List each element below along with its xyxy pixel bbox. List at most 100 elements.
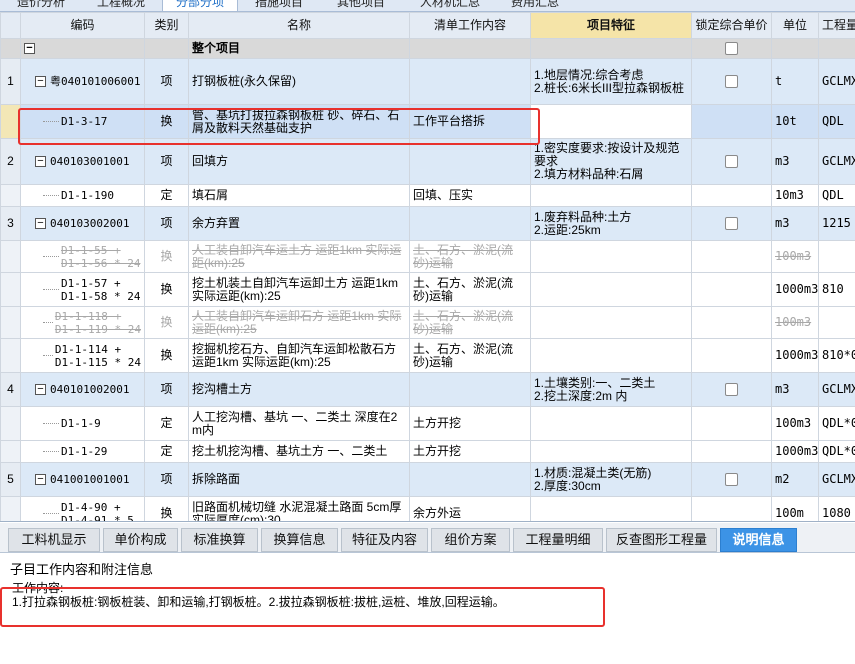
cell-work-content: 土、石方、淤泥(流砂)运输 (409, 272, 531, 307)
cell-unit: 100m3 (771, 406, 819, 441)
cell-name: 整个项目 (188, 38, 410, 59)
cell-work-content: 回填、压实 (409, 184, 531, 207)
tab-sub-items[interactable]: 分部分项 (162, 0, 238, 11)
cell-unit: 1000m3 (771, 272, 819, 307)
collapse-toggle-icon[interactable]: − (35, 474, 46, 485)
cell-code: 040101002001 (50, 383, 130, 396)
tab-pricing-scheme[interactable]: 组价方案 (431, 528, 510, 552)
row-number: 3 (0, 206, 21, 241)
cell-feature[interactable]: 1.密实度要求:按设计及规范要求 2.填方材料品种:石屑 (530, 138, 692, 185)
cell-type: 项 (144, 138, 189, 185)
tab-project-overview[interactable]: 工程概况 (86, 0, 156, 11)
table-row[interactable]: D1-1-190 定 填石屑 回填、压实 10m3 QDL (0, 184, 855, 207)
cell-unit: 100m3 (775, 315, 812, 329)
cell-name: 余方弃置 (188, 206, 410, 241)
table-row[interactable]: D1-1-9 定 人工挖沟槽、基坑 一、二类土 深度在2m内 土方开挖 100m… (0, 406, 855, 441)
description-panel: 子目工作内容和附注信息 工作内容: 1.打拉森钢板桩:钢板桩装、卸和运输,打钢板… (0, 553, 855, 664)
cell-work-content: 土、石方、淤泥(流砂)运输 (413, 242, 513, 270)
top-tab-bar: 造价分析 工程概况 分部分项 措施项目 其他项目 人材机汇总 费用汇总 (0, 0, 855, 12)
header-feature[interactable]: 项目特征 (530, 12, 692, 39)
cell-feature[interactable]: 1.废弃料品种:土方 2.运距:25km (530, 206, 692, 241)
lock-checkbox[interactable] (725, 383, 738, 397)
cell-code: 040103001001 (50, 155, 130, 168)
tab-standard-conversion[interactable]: 标准换算 (181, 528, 258, 552)
cell-quantity: GCLMXH (818, 372, 855, 407)
cell-code: D1-1-55 + D1-1-56 * 24 (61, 243, 141, 270)
header-work-content[interactable]: 清单工作内容 (409, 12, 531, 39)
tab-quantity-details[interactable]: 工程量明细 (513, 528, 603, 552)
table-row-disabled[interactable]: D1-1-118 + D1-1-119 * 24 换 人工装自卸汽车运卸石方 运… (0, 306, 855, 339)
table-row[interactable]: 2 −040103001001 项 回填方 1.密实度要求:按设计及规范要求 2… (0, 138, 855, 185)
cell-name: 人工装自卸汽车运土方 运距1km 实际运距(km):25 (192, 242, 402, 270)
tab-reverse-graphic-quantity[interactable]: 反查图形工程量 (606, 528, 717, 552)
header-type[interactable]: 类别 (144, 12, 189, 39)
tab-measures[interactable]: 措施项目 (244, 0, 314, 11)
lock-checkbox[interactable] (725, 155, 738, 169)
cell-name: 挖掘机挖石方、自卸汽车运卸松散石方 运距1km 实际运距(km):25 (188, 338, 410, 373)
tab-other-items[interactable]: 其他项目 (326, 0, 396, 11)
header-quantity[interactable]: 工程量 (818, 12, 855, 39)
cell-code: D1-4-90 + D1-4-91 * 5 (61, 500, 134, 522)
cell-quantity: GCLMXH (818, 58, 855, 105)
cell-code: 041001001001 (50, 473, 130, 486)
cell-code: D1-1-114 + D1-1-115 * 24 (54, 342, 141, 369)
header-unit[interactable]: 单位 (771, 12, 819, 39)
table-row[interactable]: D1-1-57 + D1-1-58 * 24 换 挖土机装土自卸汽车运卸土方 运… (0, 272, 855, 307)
row-number: 4 (0, 372, 21, 407)
table-row[interactable]: 4 −040101002001 项 挖沟槽土方 1.土壤类别:一、二类土 2.挖… (0, 372, 855, 407)
collapse-toggle-icon[interactable]: − (24, 43, 35, 55)
cell-name: 挖土机挖沟槽、基坑土方 一、二类土 (188, 440, 410, 463)
cell-unit: t (771, 58, 819, 105)
collapse-toggle-icon[interactable]: − (35, 76, 46, 87)
lock-checkbox[interactable] (725, 473, 738, 487)
tab-features-content[interactable]: 特征及内容 (341, 528, 428, 552)
header-lock-price[interactable]: 锁定综合单价 (691, 12, 772, 39)
tab-labor-material[interactable]: 人材机汇总 (410, 0, 490, 11)
cell-feature[interactable]: 1.材质:混凝土类(无筋) 2.厚度:30cm (530, 462, 692, 497)
cell-quantity: GCLMXH (818, 138, 855, 185)
cell-code: D1-1-9 (61, 417, 101, 430)
tab-fee-summary[interactable]: 费用汇总 (500, 0, 570, 11)
cell-feature[interactable]: 1.土壤类别:一、二类土 2.挖土深度:2m 内 (530, 372, 692, 407)
cell-type: 项 (144, 372, 189, 407)
table-row[interactable]: D1-4-90 + D1-4-91 * 5 换 旧路面机械切缝 水泥混凝土路面 … (0, 496, 855, 522)
table-row-disabled[interactable]: D1-1-55 + D1-1-56 * 24 换 人工装自卸汽车运土方 运距1k… (0, 240, 855, 273)
collapse-toggle-icon[interactable]: − (35, 218, 46, 229)
table-row[interactable]: 3 −040103002001 项 余方弃置 1.废弃料品种:土方 2.运距:2… (0, 206, 855, 241)
work-content-text: 1.打拉森钢板桩:钢板桩装、卸和运输,打钢板桩。2.拔拉森钢板桩:拔桩,运桩、堆… (12, 595, 505, 609)
collapse-toggle-icon[interactable]: − (35, 156, 46, 167)
tab-conversion-info[interactable]: 换算信息 (261, 528, 338, 552)
header-code[interactable]: 编码 (20, 12, 145, 39)
cell-unit: m3 (771, 138, 819, 185)
table-row[interactable]: − 整个项目 (0, 38, 855, 59)
lock-checkbox[interactable] (725, 75, 738, 89)
cell-unit: 10t (771, 104, 819, 139)
cell-name: 人工挖沟槽、基坑 一、二类土 深度在2m内 (188, 406, 410, 441)
table-row[interactable]: D1-1-29 定 挖土机挖沟槽、基坑土方 一、二类土 土方开挖 1000m3 … (0, 440, 855, 463)
cell-name: 旧路面机械切缝 水泥混凝土路面 5cm厚 实际厚度(cm):30 (188, 496, 410, 521)
cell-quantity: 810 (818, 272, 855, 307)
cell-code: 粤040101006001 (50, 75, 141, 88)
tab-labor-material-display[interactable]: 工料机显示 (8, 528, 100, 552)
table-row[interactable]: D1-1-114 + D1-1-115 * 24 换 挖掘机挖石方、自卸汽车运卸… (0, 338, 855, 373)
table-row[interactable]: 1 − 粤040101006001 项 打钢板桩(永久保留) 1.地层情况:综合考… (0, 58, 855, 105)
header-rownum (0, 12, 21, 39)
cell-quantity: 1080 (818, 496, 855, 521)
header-name[interactable]: 名称 (188, 12, 410, 39)
tab-cost-analysis[interactable]: 造价分析 (6, 0, 76, 11)
cell-quantity: GCLMXH (818, 462, 855, 497)
cell-feature[interactable]: 1.地层情况:综合考虑 2.桩长:6米长III型拉森钢板桩 (530, 58, 692, 105)
tab-unit-price-composition[interactable]: 单价构成 (103, 528, 178, 552)
lock-checkbox[interactable] (725, 42, 738, 56)
lock-checkbox[interactable] (725, 217, 738, 231)
table-row-selected[interactable]: D1-3-17 换 管、基坑打拔拉森钢板桩 砂、碎石、石屑及散料天然基础支护 工… (0, 104, 855, 139)
row-number: 2 (0, 138, 21, 185)
collapse-toggle-icon[interactable]: − (35, 384, 46, 395)
table-row[interactable]: 5 −041001001001 项 拆除路面 1.材质:混凝土类(无筋) 2.厚… (0, 462, 855, 497)
cell-type: 项 (144, 462, 189, 497)
cell-feature[interactable] (530, 104, 692, 139)
cell-unit: 1000m3 (771, 440, 819, 463)
cell-quantity: 1215 (818, 206, 855, 241)
bill-items-grid: 编码 类别 名称 清单工作内容 项目特征 锁定综合单价 单位 工程量 − 整个项… (0, 12, 855, 522)
tab-description-info[interactable]: 说明信息 (720, 528, 797, 552)
